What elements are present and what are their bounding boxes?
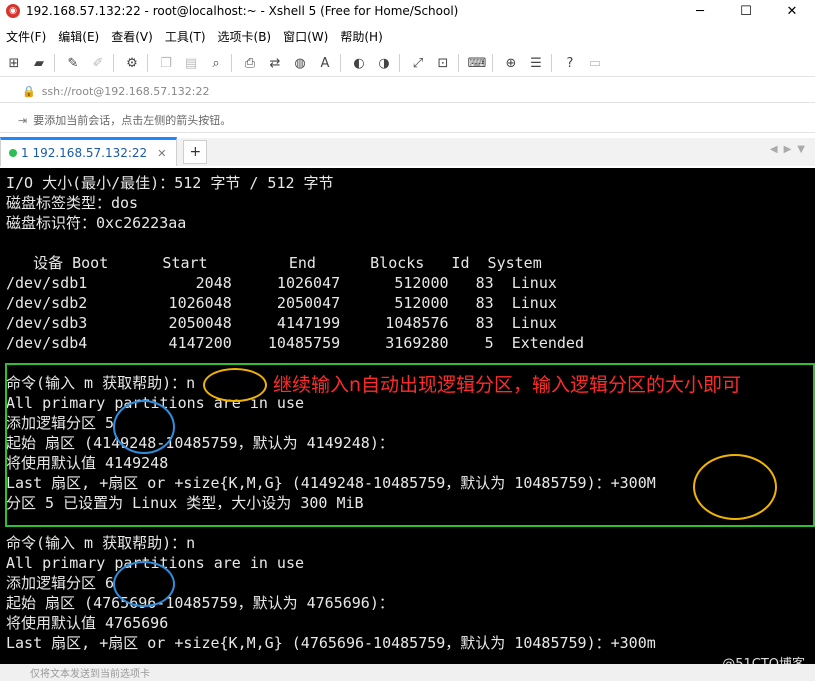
print-icon[interactable]: ⎙ bbox=[239, 52, 261, 74]
session-address: ssh://root@192.168.57.132:22 bbox=[41, 84, 210, 98]
font-icon[interactable]: A bbox=[314, 52, 336, 74]
link-icon[interactable]: ✎ bbox=[62, 52, 84, 74]
terminal-line: /dev/sdb4 4147200 10485759 3169280 5 Ext… bbox=[6, 334, 584, 352]
terminal-line: 设备 Boot Start End Blocks Id System bbox=[6, 254, 542, 272]
hint-bar: ⇥ 要添加当前会话，点击左侧的箭头按钮。 bbox=[0, 108, 815, 133]
window-controls: ─ ☐ ✕ bbox=[677, 0, 815, 22]
window-title: 192.168.57.132:22 - root@localhost:~ - X… bbox=[26, 4, 459, 18]
xshell-icon[interactable]: ◐ bbox=[348, 52, 370, 74]
terminal-line: 将使用默认值 4765696 bbox=[6, 614, 169, 632]
terminal-line: /dev/sdb1 2048 1026047 512000 83 Linux bbox=[6, 274, 557, 292]
lock-icon[interactable]: ⊡ bbox=[432, 52, 454, 74]
add-icon[interactable]: ⊕ bbox=[500, 52, 522, 74]
tab-scroll-arrows[interactable]: ◀▶▼ bbox=[770, 144, 811, 155]
status-text: 仅将文本发送到当前选项卡 bbox=[30, 669, 150, 680]
help-icon[interactable]: ? bbox=[559, 52, 581, 74]
maximize-button[interactable]: ☐ bbox=[723, 0, 769, 22]
menu-tabs[interactable]: 选项卡(B) bbox=[212, 28, 278, 45]
orange-circle-n bbox=[203, 368, 267, 402]
fullscreen-icon[interactable]: ⤢ bbox=[407, 52, 429, 74]
close-button[interactable]: ✕ bbox=[769, 0, 815, 22]
menu-help[interactable]: 帮助(H) bbox=[334, 28, 388, 45]
new-session-icon[interactable]: ⊞ bbox=[3, 52, 25, 74]
tab-bar: 1 192.168.57.132:22 ✕ + ◀▶▼ bbox=[0, 137, 815, 166]
session-tab-label: 1 192.168.57.132:22 bbox=[21, 146, 148, 160]
toolbar-separator bbox=[492, 54, 493, 72]
menu-tools[interactable]: 工具(T) bbox=[159, 28, 212, 45]
terminal-line: Last 扇区, +扇区 or +size{K,M,G} (4765696-10… bbox=[6, 634, 656, 652]
terminal-line: 添加逻辑分区 6 bbox=[6, 574, 115, 592]
copy-icon[interactable]: ❐ bbox=[155, 52, 177, 74]
toolbar-separator bbox=[551, 54, 552, 72]
blue-circle-6 bbox=[113, 561, 175, 607]
title-bar: ◉ 192.168.57.132:22 - root@localhost:~ -… bbox=[0, 0, 815, 22]
menu-file[interactable]: 文件(F) bbox=[0, 28, 52, 45]
toolbar-separator bbox=[54, 54, 55, 72]
transfer-icon[interactable]: ⇄ bbox=[264, 52, 286, 74]
toolbar-separator bbox=[340, 54, 341, 72]
hint-text: 要添加当前会话，点击左侧的箭头按钮。 bbox=[33, 114, 232, 127]
properties-icon[interactable]: ⚙ bbox=[121, 52, 143, 74]
menu-edit[interactable]: 编辑(E) bbox=[52, 28, 105, 45]
terminal-line: 磁盘标签类型：dos bbox=[6, 194, 139, 212]
toolbar-separator bbox=[147, 54, 148, 72]
toolbar-separator bbox=[113, 54, 114, 72]
new-tab-button[interactable]: + bbox=[183, 140, 208, 164]
chat-icon[interactable]: ▭ bbox=[584, 52, 606, 74]
terminal-line: 起始 扇区 (4765696-10485759，默认为 4765696)： bbox=[6, 594, 394, 612]
terminal-line: /dev/sdb2 1026048 2050047 512000 83 Linu… bbox=[6, 294, 557, 312]
address-bar[interactable]: 🔒 ssh://root@192.168.57.132:22 bbox=[0, 80, 815, 103]
find-icon[interactable]: ⌕ bbox=[205, 52, 227, 74]
toolbar: ⊞ ▰ ✎ ✐ ⚙ ❐ ▤ ⌕ ⎙ ⇄ ◍ A ◐ ◑ ⤢ ⊡ ⌨ ⊕ ☰ ? … bbox=[0, 50, 815, 77]
terminal-line: /dev/sdb3 2050048 4147199 1048576 83 Lin… bbox=[6, 314, 557, 332]
toolbar-separator bbox=[458, 54, 459, 72]
orange-circle-300m bbox=[693, 454, 777, 520]
xftp-icon[interactable]: ◑ bbox=[373, 52, 395, 74]
menu-view[interactable]: 查看(V) bbox=[105, 28, 159, 45]
unlink-icon[interactable]: ✐ bbox=[87, 52, 109, 74]
status-bar: 仅将文本发送到当前选项卡 bbox=[0, 664, 815, 681]
globe-icon[interactable]: ◍ bbox=[289, 52, 311, 74]
lock-icon: 🔒 bbox=[22, 84, 36, 98]
menu-window[interactable]: 窗口(W) bbox=[277, 28, 334, 45]
menu-bar: 文件(F) 编辑(E) 查看(V) 工具(T) 选项卡(B) 窗口(W) 帮助(… bbox=[0, 26, 815, 46]
toolbar-separator bbox=[399, 54, 400, 72]
blue-circle-5 bbox=[113, 400, 175, 454]
connected-status-icon bbox=[9, 149, 17, 157]
paste-icon[interactable]: ▤ bbox=[180, 52, 202, 74]
xshell-app-icon: ◉ bbox=[6, 4, 20, 18]
terminal-line: 磁盘标识符：0xc26223aa bbox=[6, 214, 187, 232]
annotation-text: 继续输入n自动出现逻辑分区，输入逻辑分区的大小即可 bbox=[273, 374, 742, 396]
terminal-line: I/O 大小(最小/最佳)：512 字节 / 512 字节 bbox=[6, 174, 334, 192]
keyboard-icon[interactable]: ⌨ bbox=[466, 52, 488, 74]
session-tab[interactable]: 1 192.168.57.132:22 ✕ bbox=[0, 137, 178, 166]
terminal-line: 命令(输入 m 获取帮助)：n bbox=[6, 534, 196, 552]
toolbar-separator bbox=[231, 54, 232, 72]
minimize-button[interactable]: ─ bbox=[677, 0, 723, 22]
terminal[interactable]: I/O 大小(最小/最佳)：512 字节 / 512 字节 磁盘标签类型：dos… bbox=[0, 168, 815, 664]
tab-close-icon[interactable]: ✕ bbox=[157, 147, 166, 160]
open-folder-icon[interactable]: ▰ bbox=[28, 52, 50, 74]
compose-icon[interactable]: ☰ bbox=[525, 52, 547, 74]
arrow-icon[interactable]: ⇥ bbox=[18, 114, 27, 127]
